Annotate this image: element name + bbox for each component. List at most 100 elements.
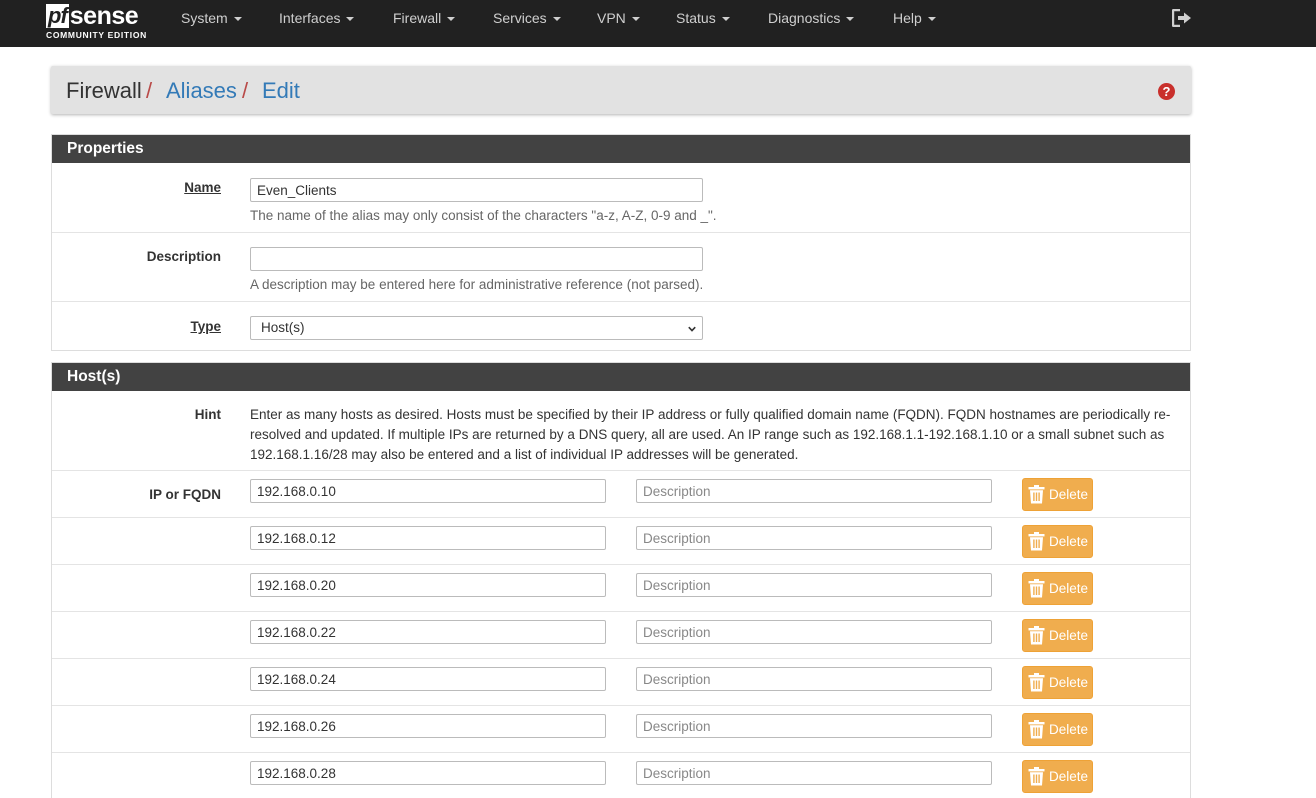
host-row: Delete xyxy=(52,659,1190,706)
breadcrumb-separator: / xyxy=(242,78,249,103)
delete-button-label: Delete xyxy=(1049,675,1089,690)
host-row: Delete xyxy=(52,518,1190,565)
hint-row: Hint Enter as many hosts as desired. Hos… xyxy=(52,391,1190,471)
delete-button[interactable]: Delete xyxy=(1022,619,1093,652)
host-row: IP or FQDN Delete xyxy=(52,471,1190,518)
delete-button-label: Delete xyxy=(1049,534,1089,549)
trash-icon xyxy=(1028,485,1045,504)
host-description-input[interactable] xyxy=(636,479,992,503)
type-select[interactable]: Host(s) xyxy=(250,316,703,340)
breadcrumb-edit-link[interactable]: Edit xyxy=(262,78,300,104)
nav-system-label: System xyxy=(181,10,228,26)
host-description-input[interactable] xyxy=(636,761,992,785)
name-help-text: The name of the alias may only consist o… xyxy=(250,208,717,223)
caret-down-icon xyxy=(346,17,355,22)
caret-down-icon xyxy=(552,17,561,22)
delete-button-label: Delete xyxy=(1049,487,1089,502)
host-description-input[interactable] xyxy=(636,620,992,644)
ip-fqdn-label: IP or FQDN xyxy=(149,487,221,502)
logo-edition: COMMUNITY EDITION xyxy=(46,30,147,40)
nav-interfaces[interactable]: Interfaces xyxy=(279,0,355,36)
logo-pf: pf xyxy=(46,3,69,28)
delete-button[interactable]: Delete xyxy=(1022,525,1093,558)
trash-icon xyxy=(1028,673,1045,692)
description-input[interactable] xyxy=(250,247,703,271)
caret-down-icon xyxy=(447,17,456,22)
nav-status[interactable]: Status xyxy=(676,0,730,36)
delete-button-label: Delete xyxy=(1049,769,1089,784)
delete-button[interactable]: Delete xyxy=(1022,572,1093,605)
delete-button[interactable]: Delete xyxy=(1022,713,1093,746)
logo-wordmark: pf sense xyxy=(46,2,139,30)
description-label: Description xyxy=(146,249,221,264)
delete-button[interactable]: Delete xyxy=(1022,478,1093,511)
question-circle-icon[interactable]: ? xyxy=(1158,83,1175,100)
caret-down-icon xyxy=(846,17,855,22)
name-row: Name The name of the alias may only cons… xyxy=(52,163,1190,233)
nav-services[interactable]: Services xyxy=(493,0,561,36)
nav-system[interactable]: System xyxy=(181,0,242,36)
hint-text: Enter as many hosts as desired. Hosts mu… xyxy=(250,407,1171,462)
name-input[interactable] xyxy=(250,178,703,202)
description-help-text: A description may be entered here for ad… xyxy=(250,277,704,292)
delete-button-label: Delete xyxy=(1049,628,1089,643)
chevron-down-icon xyxy=(688,326,696,332)
logo-sense: sense xyxy=(69,2,139,30)
pfsense-logo[interactable]: pf sense COMMUNITY EDITION xyxy=(46,3,158,43)
top-navbar: pf sense COMMUNITY EDITION System Interf… xyxy=(0,0,1316,47)
nav-status-label: Status xyxy=(676,10,716,26)
breadcrumb-aliases-link[interactable]: Aliases xyxy=(166,78,237,104)
trash-icon xyxy=(1028,767,1045,786)
caret-down-icon xyxy=(631,17,640,22)
ip-fqdn-input[interactable] xyxy=(250,667,606,691)
breadcrumb-separator: / xyxy=(146,78,153,103)
host-description-input[interactable] xyxy=(636,667,992,691)
hosts-heading: Host(s) xyxy=(52,363,1190,391)
nav-services-label: Services xyxy=(493,10,547,26)
host-row: Delete xyxy=(52,706,1190,753)
nav-help-label: Help xyxy=(893,10,922,26)
ip-fqdn-input[interactable] xyxy=(250,714,606,738)
nav-vpn-label: VPN xyxy=(597,10,626,26)
delete-button[interactable]: Delete xyxy=(1022,666,1093,699)
host-row: Delete xyxy=(52,753,1190,798)
caret-down-icon xyxy=(233,17,242,22)
delete-button[interactable]: Delete xyxy=(1022,760,1093,793)
properties-heading: Properties xyxy=(52,135,1190,163)
breadcrumb-firewall: Firewall xyxy=(66,78,142,103)
trash-icon xyxy=(1028,532,1045,551)
type-select-value: Host(s) xyxy=(261,320,305,335)
trash-icon xyxy=(1028,626,1045,645)
ip-fqdn-input[interactable] xyxy=(250,479,606,503)
host-row: Delete xyxy=(52,612,1190,659)
delete-button-label: Delete xyxy=(1049,722,1089,737)
nav-diagnostics-label: Diagnostics xyxy=(768,10,841,26)
nav-vpn[interactable]: VPN xyxy=(597,0,640,36)
host-description-input[interactable] xyxy=(636,714,992,738)
trash-icon xyxy=(1028,720,1045,739)
nav-interfaces-label: Interfaces xyxy=(279,10,341,26)
ip-fqdn-input[interactable] xyxy=(250,526,606,550)
delete-button-label: Delete xyxy=(1049,581,1089,596)
properties-panel: Properties Name The name of the alias ma… xyxy=(51,134,1191,351)
trash-icon xyxy=(1028,579,1045,598)
nav-firewall[interactable]: Firewall xyxy=(393,0,456,36)
nav-firewall-label: Firewall xyxy=(393,10,442,26)
ip-fqdn-input[interactable] xyxy=(250,620,606,644)
caret-down-icon xyxy=(721,17,730,22)
nav-help[interactable]: Help xyxy=(893,0,936,36)
caret-down-icon xyxy=(927,17,936,22)
ip-fqdn-input[interactable] xyxy=(250,573,606,597)
description-row: Description A description may be entered… xyxy=(52,233,1190,302)
nav-diagnostics[interactable]: Diagnostics xyxy=(768,0,855,36)
type-label: Type xyxy=(190,319,221,334)
hint-label: Hint xyxy=(194,407,221,422)
host-description-input[interactable] xyxy=(636,526,992,550)
sign-out-icon[interactable] xyxy=(1172,9,1192,27)
name-label: Name xyxy=(184,180,221,195)
host-description-input[interactable] xyxy=(636,573,992,597)
ip-fqdn-input[interactable] xyxy=(250,761,606,785)
type-row: Type Host(s) xyxy=(52,302,1190,350)
hosts-panel: Host(s) Hint Enter as many hosts as desi… xyxy=(51,362,1191,798)
host-row: Delete xyxy=(52,565,1190,612)
